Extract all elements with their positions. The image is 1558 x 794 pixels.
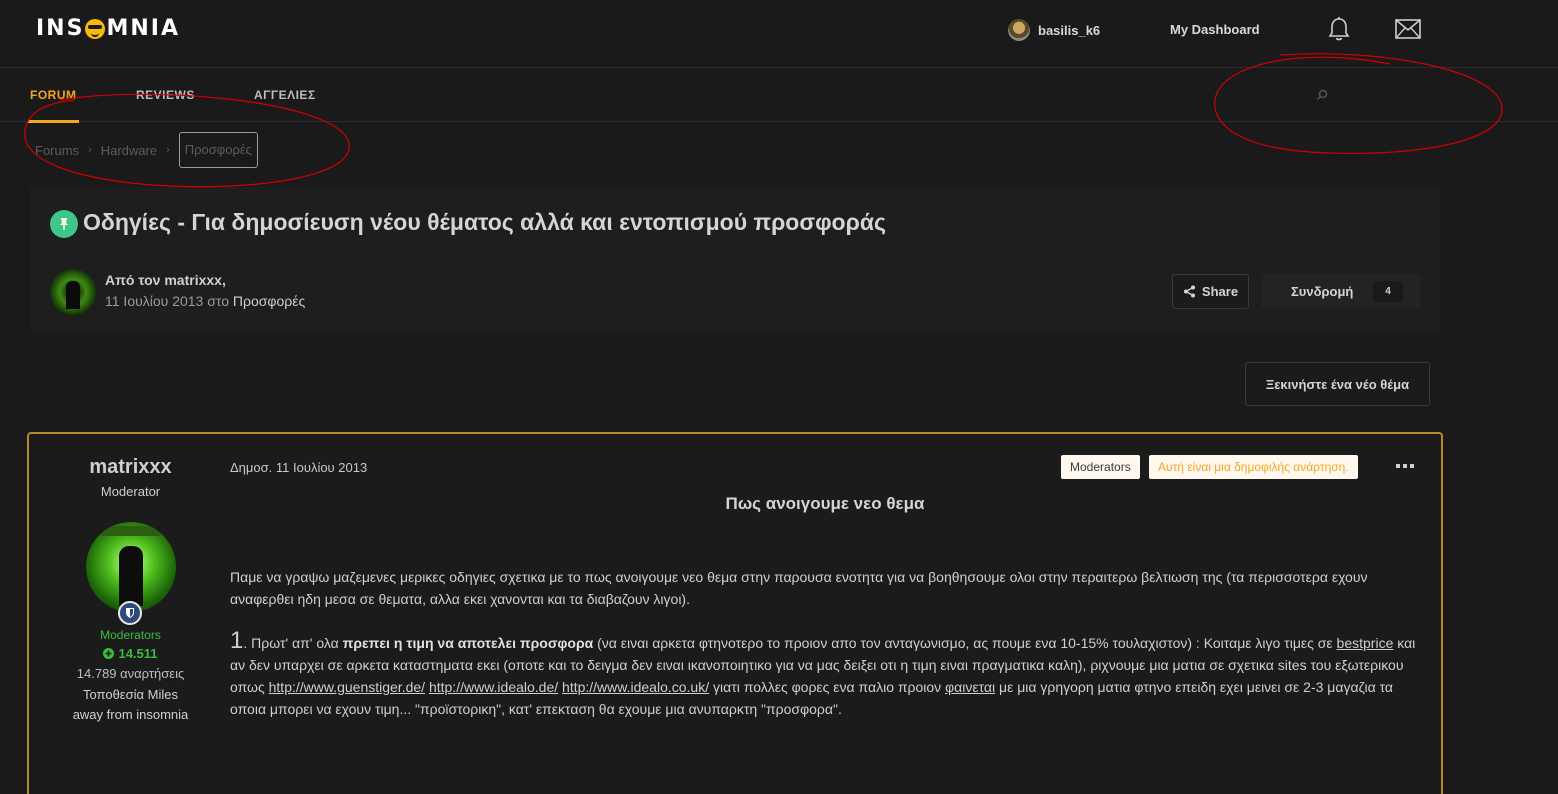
top-bar: INS MNIA basilis_k6 My Dashboard	[0, 0, 1558, 68]
post-content: Πως ανοιγουμε νεο θεμα Παμε να γραψω μαζ…	[230, 494, 1420, 717]
tab-forum[interactable]: FORUM	[28, 88, 78, 123]
topic-date-line: 11 Ιουλίου 2013 στο Προσφορές	[105, 293, 305, 309]
link-fainetai[interactable]: φαινεται	[945, 679, 995, 695]
link-idealo-de[interactable]: http://www.idealo.de/	[429, 679, 558, 695]
username: basilis_k6	[1038, 22, 1101, 38]
logo-text-left: INS	[36, 15, 85, 41]
post-author-name[interactable]: matrixxx	[29, 456, 232, 479]
bold-text: πρεπει η τιμη να αποτελει προσφορα	[342, 635, 594, 651]
chevron-right-icon: ›	[88, 144, 92, 156]
breadcrumb-hardware[interactable]: Hardware	[101, 143, 157, 158]
post-paragraph-1: Παμε να γραψω μαζεμενες μερικες οδηγιες …	[230, 569, 1368, 607]
logo-text-right: MNIA	[106, 15, 180, 41]
follow-count: 4	[1373, 281, 1403, 302]
list-number: 1	[230, 627, 244, 654]
link-idealo-uk[interactable]: http://www.idealo.co.uk/	[562, 679, 709, 695]
tab-reviews[interactable]: REVIEWS	[136, 88, 195, 102]
reputation-value: 14.511	[118, 646, 158, 661]
post-author-reputation: 14.511	[29, 646, 232, 661]
post-paragraph-2: 1. Πρωτ' απ' ολα πρεπει η τιμη να αποτελ…	[230, 627, 1416, 718]
start-topic-button[interactable]: Ξεκινήστε ένα νέο θέμα	[1245, 362, 1430, 406]
moderator-shield-icon	[118, 601, 142, 625]
mail-icon[interactable]	[1394, 15, 1422, 43]
share-label: Share	[1201, 284, 1239, 299]
post-date[interactable]: Δημοσ. 11 Ιουλίου 2013	[230, 460, 367, 475]
breadcrumb-current[interactable]: Προσφορές	[178, 132, 258, 168]
topic-forum-link[interactable]: Προσφορές	[233, 293, 305, 309]
topic-title: Οδηγίες - Για δημοσίευση νέου θέματος αλ…	[83, 209, 886, 235]
post-heading: Πως ανοιγουμε νεο θεμα	[725, 494, 925, 513]
chevron-right-icon: ›	[166, 144, 170, 156]
post: matrixxx Moderator Moderators 14.511 14.…	[27, 432, 1443, 794]
link-guenstiger[interactable]: http://www.guenstiger.de/	[269, 679, 425, 695]
topic-header: Οδηγίες - Για δημοσίευση νέου θέματος αλ…	[30, 187, 1440, 331]
post-author-group: Moderators	[100, 628, 161, 642]
breadcrumb-forums[interactable]: Forums	[35, 143, 79, 158]
post-author-post-count: 14.789 αναρτήσεις	[76, 666, 185, 681]
user-avatar	[1008, 19, 1030, 41]
topic-date: 11 Ιουλίου 2013 στο	[105, 293, 233, 309]
share-icon	[1183, 285, 1195, 298]
topic-author-line[interactable]: Από τον matrixxx,	[105, 272, 226, 288]
main-nav: FORUM REVIEWS ΑΓΓΕΛΙΕΣ	[0, 69, 1558, 123]
bell-icon[interactable]	[1325, 15, 1353, 43]
site-logo[interactable]: INS MNIA	[36, 14, 180, 42]
plus-circle-icon	[103, 648, 115, 659]
follow-label: Συνδρομή	[1291, 284, 1354, 299]
pin-icon	[50, 210, 78, 238]
post-author-location: Τοποθεσία Miles away from insomnia	[72, 687, 189, 722]
follow-button[interactable]: Συνδρομή 4	[1261, 274, 1420, 309]
more-options-icon[interactable]	[1395, 458, 1415, 474]
post-author-avatar[interactable]	[86, 522, 176, 612]
dashboard-link[interactable]: My Dashboard	[1170, 22, 1260, 37]
moderators-badge: Moderators	[1061, 455, 1140, 479]
popular-post-badge: Αυτή είναι μια δημοφιλής ανάρτηση.	[1149, 455, 1358, 479]
link-bestprice[interactable]: bestprice	[1337, 635, 1394, 651]
breadcrumb: Forums › Hardware › Προσφορές	[35, 132, 258, 168]
topic-author-avatar[interactable]	[50, 269, 96, 315]
tab-aggelies[interactable]: ΑΓΓΕΛΙΕΣ	[254, 88, 316, 102]
post-author-role: Moderator	[100, 484, 161, 499]
logo-emoji-icon	[85, 19, 106, 39]
user-menu[interactable]: basilis_k6	[1008, 18, 1100, 42]
search-icon[interactable]	[1316, 89, 1328, 101]
share-button[interactable]: Share	[1172, 274, 1249, 309]
